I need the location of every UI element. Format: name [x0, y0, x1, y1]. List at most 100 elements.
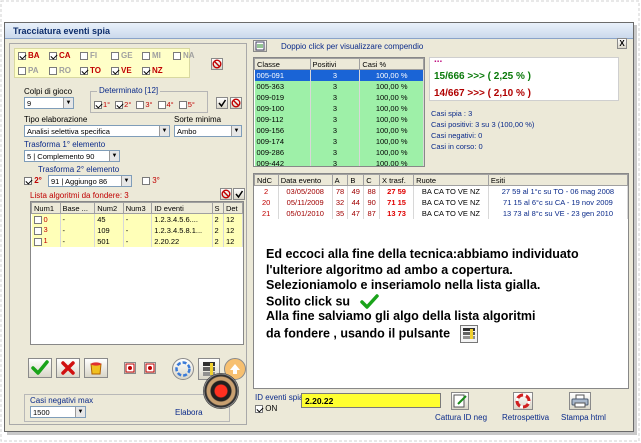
column-header[interactable]: Num3 [122, 202, 153, 214]
table-row[interactable]: 21 05/01/2010 35 47 87 13 73 BA CA TO VE NZ 13 … [254, 207, 628, 219]
wheel-ca[interactable]: CA [49, 51, 80, 60]
checkbox[interactable] [18, 66, 26, 75]
small-stop-button-1[interactable] [124, 362, 136, 374]
close-button[interactable]: X [617, 38, 627, 49]
wheel-mi[interactable]: MI [142, 51, 173, 60]
uncheck-all-button[interactable] [230, 97, 242, 109]
wheel-ro[interactable]: RO [49, 66, 80, 75]
table-row[interactable]: 0-45-1.2.3.4.5.6.... 2 12 [31, 213, 243, 225]
checkbox[interactable] [173, 51, 181, 60]
trasforma2-select[interactable]: 91 | Aggiungo 86 ▼ [48, 175, 132, 187]
wheel-to[interactable]: TO [80, 66, 111, 75]
table-row[interactable]: 009-442 3 100,00 % [254, 157, 424, 166]
checkbox[interactable] [18, 51, 26, 60]
clear-wheels-button[interactable] [211, 58, 223, 70]
column-header[interactable]: C [363, 174, 381, 186]
algoritmi-table[interactable]: Num1 Base ... Num2 Num3 ID eventi S Det 0-45-1… [30, 201, 244, 345]
checkbox[interactable] [33, 237, 42, 246]
stampa-button[interactable] [569, 392, 591, 410]
wheel-ge[interactable]: GE [111, 51, 142, 60]
retrospettiva-button[interactable] [513, 392, 533, 410]
checkbox[interactable] [33, 215, 42, 224]
trasforma1-select[interactable]: 5 | Complemento 90 ▼ [24, 150, 120, 162]
table-row[interactable]: 2 03/05/2008 78 49 88 27 59 BA CA TO VE NZ 27 5… [254, 185, 628, 197]
table-row[interactable]: 009-019 3 100,00 % [254, 91, 424, 103]
checkbox[interactable] [111, 66, 119, 75]
column-header[interactable]: Base ... [59, 202, 96, 214]
wheel-nz[interactable]: NZ [142, 66, 173, 75]
refresh-button[interactable] [172, 358, 194, 380]
table-row[interactable]: 009-112 3 100,00 % [254, 113, 424, 125]
checkbox[interactable] [80, 66, 88, 75]
checkbox[interactable] [24, 176, 32, 185]
casi-negativi-select[interactable]: 1500 ▼ [30, 406, 86, 418]
checkbox[interactable] [142, 66, 150, 75]
table-row[interactable]: 1-501-2.20.22 2 12 [31, 235, 243, 247]
checkbox[interactable] [142, 176, 150, 185]
checkbox[interactable] [49, 51, 57, 60]
add-algorithm-button[interactable] [28, 358, 52, 378]
column-header[interactable]: Num1 [31, 202, 61, 214]
id-eventi-input[interactable]: 2.20.22 [301, 393, 441, 408]
checkbox[interactable] [33, 226, 42, 235]
table-row[interactable]: 20 05/11/2009 32 44 90 71 15 BA CA TO VE NZ 71 … [254, 196, 628, 208]
column-header[interactable]: A [331, 174, 349, 186]
column-header[interactable]: S [211, 202, 224, 214]
column-header[interactable]: NdC [254, 174, 279, 186]
checkbox[interactable] [94, 100, 102, 109]
table-row[interactable]: 009-156 3 100,00 % [254, 124, 424, 136]
bucket-button[interactable] [84, 358, 108, 378]
colpi-select[interactable]: 9 ▼ [24, 97, 74, 109]
wheel-fi[interactable]: FI [80, 51, 111, 60]
column-header[interactable]: Data evento [277, 174, 333, 186]
column-header[interactable]: Num2 [94, 202, 124, 214]
elabora-button[interactable] [203, 373, 239, 409]
determinato-option[interactable]: 2° [115, 100, 131, 109]
wheel-na[interactable]: NA [173, 51, 204, 60]
wheel-ba[interactable]: BA [18, 51, 49, 60]
column-header[interactable]: Classe [254, 58, 311, 70]
classi-table[interactable]: Classe Positivi Casi % 005-091 3 100,00 % 005… [253, 57, 425, 167]
table-row[interactable]: 009-174 3 100,00 % [254, 135, 424, 147]
checkbox[interactable] [111, 51, 119, 60]
table-row[interactable]: 009-100 3 100,00 % [254, 102, 424, 114]
column-header[interactable]: X trasf. [379, 174, 415, 186]
column-header[interactable]: Ruote [413, 174, 489, 186]
wheel-ve[interactable]: VE [111, 66, 142, 75]
column-header[interactable]: Casi % [359, 58, 424, 70]
id-eventi-on-toggle[interactable]: ON [255, 404, 277, 413]
checkbox[interactable] [157, 100, 166, 109]
checkbox[interactable] [80, 51, 88, 60]
table-row[interactable]: 005-363 3 100,00 % [254, 80, 424, 92]
trasforma2-check-3[interactable]: 3° [142, 176, 160, 185]
tipo-elaborazione-select[interactable]: Analisi selettiva specifica ▼ [24, 125, 170, 137]
checkbox[interactable] [178, 100, 187, 109]
sorte-minima-select[interactable]: Ambo ▼ [174, 125, 242, 137]
checkbox[interactable] [255, 404, 263, 413]
clear-list-button[interactable] [220, 188, 232, 200]
column-header[interactable]: ID eventi [151, 202, 213, 214]
check-all-button[interactable] [216, 97, 228, 109]
checkbox[interactable] [49, 66, 57, 75]
determinato-option[interactable]: 5° [178, 100, 195, 109]
checkbox[interactable] [115, 100, 124, 109]
cattura-button[interactable] [451, 392, 469, 410]
column-header[interactable]: Det [222, 202, 243, 214]
column-header[interactable]: Positivi [309, 58, 361, 70]
delete-algorithm-button[interactable] [56, 358, 80, 378]
table-row[interactable]: 3-109-1.2.3.4.5.8.1... 2 12 [31, 224, 243, 236]
trasforma2-check-2[interactable]: 2° [24, 176, 42, 185]
table-row[interactable]: 005-091 3 100,00 % [254, 69, 424, 81]
select-list-button[interactable] [233, 188, 245, 200]
determinato-option[interactable]: 3° [136, 100, 153, 109]
wheel-pa[interactable]: PA [18, 66, 49, 75]
checkbox[interactable] [142, 51, 150, 60]
small-stop-button-2[interactable] [144, 362, 156, 374]
checkbox[interactable] [136, 100, 145, 109]
table-row[interactable]: 009-286 3 100,00 % [254, 146, 424, 158]
compendio-icon-button[interactable] [253, 40, 267, 52]
determinato-option[interactable]: 1° [94, 100, 110, 109]
column-header[interactable]: Esiti [487, 174, 628, 186]
column-header[interactable]: B [347, 174, 365, 186]
determinato-option[interactable]: 4° [157, 100, 174, 109]
